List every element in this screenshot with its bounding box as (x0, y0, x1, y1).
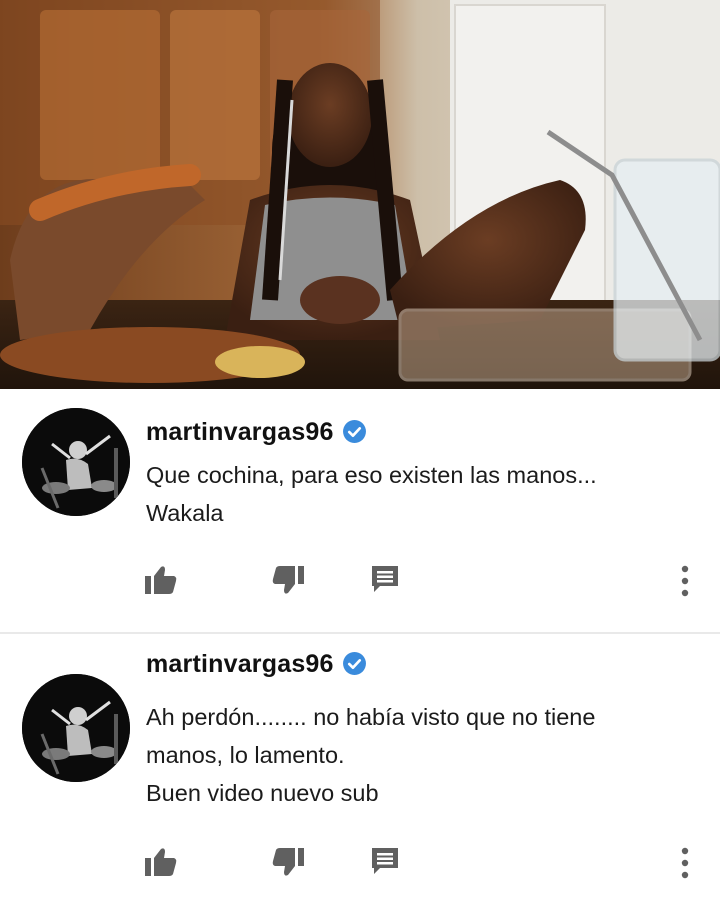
thumbs-up-icon[interactable] (144, 564, 178, 596)
thumbs-down-icon[interactable] (271, 564, 305, 596)
video-frame[interactable] (0, 0, 720, 389)
verified-badge-icon (342, 652, 366, 675)
comment-author[interactable]: martinvargas96 (146, 418, 367, 447)
comment: martinvargas96 Ah perdón........ no habí… (0, 632, 720, 898)
reply-icon[interactable] (370, 846, 400, 876)
comment-text-line: Que cochina, para eso existen las manos.… (146, 462, 597, 488)
reply-icon[interactable] (370, 564, 400, 594)
username-label: martinvargas96 (146, 650, 334, 678)
avatar-drummer-image (22, 408, 130, 516)
comment-text-line: manos, lo lamento. (146, 742, 345, 768)
comment-author[interactable]: martinvargas96 (146, 650, 367, 679)
avatar[interactable] (22, 408, 130, 516)
comment-text-line: Ah perdón........ no había visto que no … (146, 704, 596, 730)
verified-badge-icon (342, 420, 366, 443)
thumbs-up-icon[interactable] (144, 846, 178, 878)
username-label: martinvargas96 (146, 418, 334, 446)
avatar[interactable] (22, 674, 130, 782)
comment: martinvargas96 Que cochina, para eso exi… (0, 392, 720, 632)
avatar-drummer-image (22, 674, 130, 782)
video-still-image (0, 0, 720, 389)
thumbs-down-icon[interactable] (271, 846, 305, 878)
comment-text: Ah perdón........ no había visto que no … (146, 698, 595, 812)
comment-text: Que cochina, para eso existen las manos.… (146, 456, 597, 532)
more-vert-icon[interactable] (672, 846, 698, 880)
comment-text-line: Buen video nuevo sub (146, 780, 379, 806)
comment-text-line: Wakala (146, 500, 224, 526)
more-vert-icon[interactable] (672, 564, 698, 598)
